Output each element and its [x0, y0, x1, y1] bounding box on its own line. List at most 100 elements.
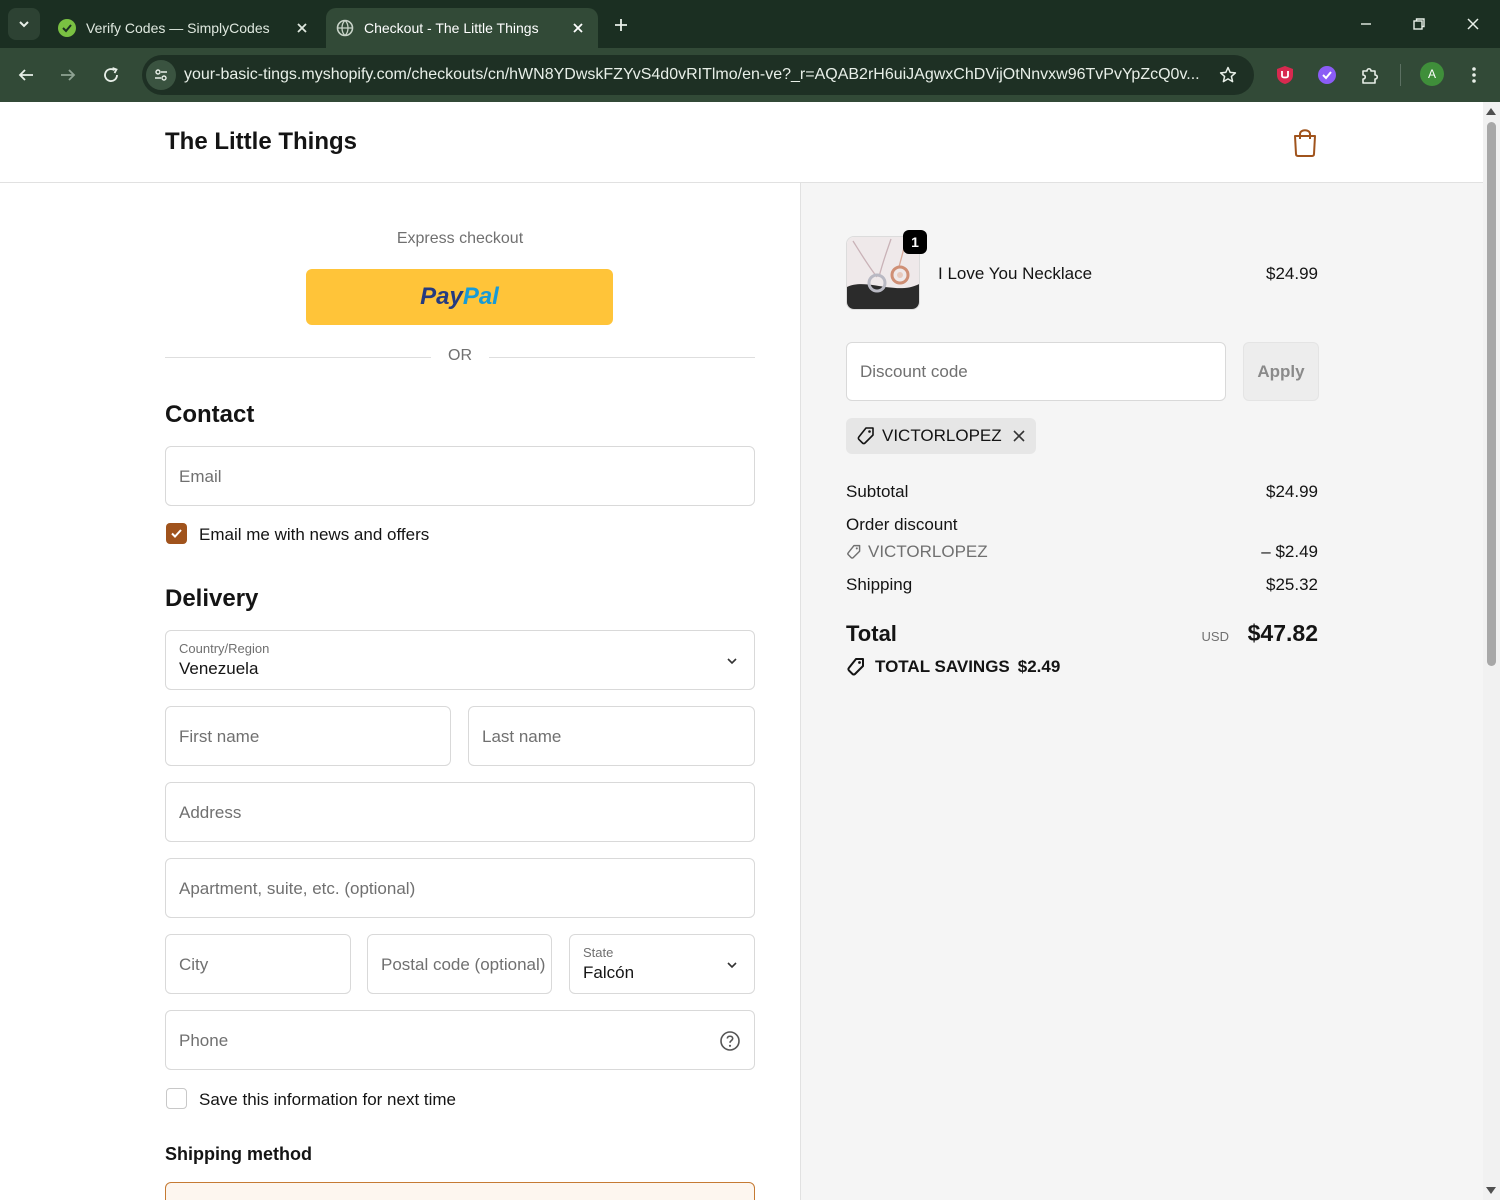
chevron-down-icon	[19, 21, 29, 28]
extensions-puzzle-icon[interactable]	[1356, 61, 1384, 89]
shipping-value: $25.32	[1266, 575, 1318, 594]
subtotal-label: Subtotal	[846, 482, 909, 501]
profile-avatar[interactable]: A	[1420, 62, 1444, 86]
applied-discount-chip: VICTORLOPEZ	[846, 418, 1036, 454]
quantity-badge: 1	[903, 230, 927, 254]
address-bar[interactable]: your-basic-tings.myshopify.com/checkouts…	[142, 55, 1254, 95]
forward-button[interactable]	[52, 59, 84, 91]
country-value: Venezuela	[179, 659, 259, 678]
tab-search-button[interactable]	[8, 8, 40, 40]
phone-placeholder: Phone	[179, 1031, 229, 1050]
order-discount-value: – $2.49	[1261, 542, 1318, 561]
first-name-placeholder: First name	[179, 727, 260, 746]
subtotal-value: $24.99	[1266, 482, 1318, 501]
url-text[interactable]: your-basic-tings.myshopify.com/checkouts…	[184, 66, 1212, 84]
reload-button[interactable]	[95, 59, 127, 91]
total-label: Total	[846, 621, 897, 646]
express-checkout-label: Express checkout	[396, 230, 524, 247]
simplycodes-favicon-icon	[58, 19, 76, 37]
save-info-label[interactable]: Save this information for next time	[199, 1090, 456, 1110]
or-divider-left	[165, 357, 431, 358]
close-window-button[interactable]	[1453, 8, 1493, 40]
close-icon	[1467, 18, 1479, 30]
apply-discount-button[interactable]: Apply	[1243, 342, 1319, 401]
scroll-down-arrow-icon[interactable]	[1486, 1187, 1496, 1194]
total-value: $47.82	[1247, 620, 1318, 646]
ublock-extension-icon[interactable]	[1271, 61, 1299, 89]
save-info-checkbox[interactable]	[166, 1088, 187, 1109]
address-field[interactable]: Address	[165, 782, 755, 842]
restore-button[interactable]	[1399, 8, 1439, 40]
tag-icon	[857, 427, 874, 445]
or-divider-text: OR	[448, 347, 472, 364]
bookmark-star-icon[interactable]	[1212, 59, 1244, 91]
back-button[interactable]	[10, 59, 42, 91]
minimize-button[interactable]	[1346, 8, 1386, 40]
discount-code-field[interactable]: Discount code	[846, 342, 1226, 401]
plus-icon	[615, 19, 627, 31]
tab-title: Checkout - The Little Things	[364, 20, 539, 36]
chevron-down-icon	[727, 962, 737, 969]
email-field[interactable]: Email	[165, 446, 755, 506]
browser-menu-icon[interactable]	[1460, 61, 1488, 89]
contact-heading: Contact	[165, 401, 255, 428]
tab-verify-codes[interactable]: Verify Codes — SimplyCodes	[48, 8, 322, 48]
shipping-label: Shipping	[846, 575, 913, 594]
chevron-down-icon	[727, 658, 737, 665]
apartment-placeholder: Apartment, suite, etc. (optional)	[179, 879, 416, 898]
last-name-field[interactable]: Last name	[468, 706, 755, 766]
order-discount-label: Order discount	[846, 515, 958, 534]
store-name[interactable]: The Little Things	[165, 128, 357, 156]
globe-icon	[336, 19, 354, 37]
store-header: The Little Things	[0, 102, 1483, 183]
scrollbar-thumb[interactable]	[1487, 122, 1496, 666]
postal-code-placeholder: Postal code (optional)	[381, 955, 546, 974]
email-placeholder: Email	[179, 467, 222, 486]
country-select[interactable]: Country/Region Venezuela	[165, 630, 755, 690]
simplycodes-extension-icon[interactable]	[1313, 61, 1341, 89]
newsletter-label[interactable]: Email me with news and offers	[199, 525, 429, 545]
discount-code-placeholder: Discount code	[860, 362, 968, 381]
site-settings-icon[interactable]	[146, 60, 176, 90]
new-tab-button[interactable]	[608, 12, 634, 38]
tag-icon	[847, 658, 864, 676]
shipping-method-option[interactable]	[165, 1182, 755, 1200]
newsletter-checkbox[interactable]	[166, 523, 187, 544]
tab-title: Verify Codes — SimplyCodes	[86, 20, 270, 36]
postal-code-field[interactable]: Postal code (optional)	[367, 934, 552, 994]
city-field[interactable]: City	[165, 934, 351, 994]
help-circle-icon[interactable]	[718, 1029, 742, 1053]
first-name-field[interactable]: First name	[165, 706, 451, 766]
total-currency: USD	[1201, 629, 1229, 644]
remove-discount-icon[interactable]	[1012, 429, 1026, 443]
browser-tab-bar: Verify Codes — SimplyCodes Checkout - Th…	[0, 0, 1500, 48]
toolbar-divider	[1400, 64, 1401, 86]
or-divider-right	[489, 357, 755, 358]
reload-icon	[104, 67, 118, 82]
tab-checkout[interactable]: Checkout - The Little Things	[326, 8, 598, 48]
order-discount-code-row: VICTORLOPEZ	[846, 542, 988, 562]
order-summary-panel	[800, 183, 1483, 1200]
scroll-up-arrow-icon[interactable]	[1486, 108, 1496, 115]
phone-field[interactable]: Phone	[165, 1010, 755, 1070]
address-placeholder: Address	[179, 803, 242, 822]
shopping-bag-icon[interactable]	[1290, 126, 1320, 158]
apartment-field[interactable]: Apartment, suite, etc. (optional)	[165, 858, 755, 918]
delivery-heading: Delivery	[165, 585, 259, 612]
state-value: Falcón	[583, 963, 635, 982]
applied-discount-code: VICTORLOPEZ	[882, 426, 1002, 445]
paypal-logo-pal: Pal	[462, 283, 499, 310]
paypal-button[interactable]: Pay Pal	[306, 269, 613, 325]
close-tab-icon[interactable]	[290, 16, 314, 40]
close-tab-icon[interactable]	[566, 16, 590, 40]
checkmark-icon	[171, 529, 182, 538]
checkout-page: The Little Things Express checkout Pay Pa…	[0, 102, 1483, 1200]
arrow-left-icon	[18, 69, 33, 81]
state-label: State	[583, 945, 614, 960]
country-label: Country/Region	[179, 641, 270, 656]
page-scrollbar[interactable]	[1483, 102, 1500, 1200]
minimize-icon	[1361, 23, 1371, 25]
state-select[interactable]: State Falcón	[569, 934, 755, 994]
total-savings-row: TOTAL SAVINGS $2.49	[846, 657, 1060, 677]
product-price: $24.99	[1266, 264, 1318, 283]
